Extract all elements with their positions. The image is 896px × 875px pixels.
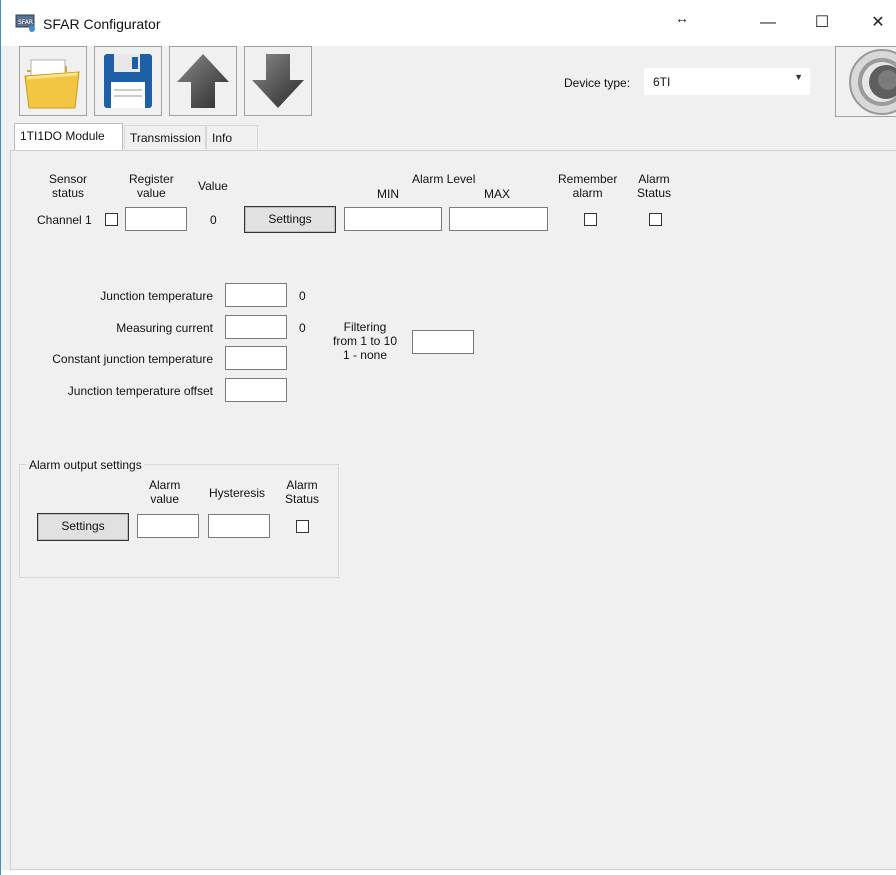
device-type-label: Device type:	[564, 76, 631, 90]
channel-settings-button[interactable]: Settings	[244, 206, 336, 233]
alarm-value-field[interactable]	[137, 514, 199, 538]
channel-value: 0	[210, 213, 217, 227]
measuring-current-field[interactable]	[225, 315, 287, 339]
connect-ring-icon	[849, 49, 896, 115]
open-file-button[interactable]	[19, 46, 87, 116]
junction-temperature-offset-label: Junction temperature offset	[67, 384, 213, 398]
download-arrow-down-icon	[252, 54, 304, 108]
alarm-max-field[interactable]	[449, 207, 548, 231]
alarm-output-settings-button[interactable]: Settings	[37, 513, 129, 541]
device-type-value: 6TI	[653, 75, 671, 89]
close-button[interactable]: ✕	[863, 10, 893, 36]
upload-to-device-button[interactable]	[169, 46, 237, 116]
download-from-device-button[interactable]	[244, 46, 312, 116]
sfar-app-icon: SFAR	[15, 14, 35, 32]
status-strip	[1, 870, 896, 875]
value-header: Value	[198, 179, 228, 193]
alarm-level-header: Alarm Level	[412, 172, 476, 186]
register-value-header: Register value	[129, 172, 174, 200]
junction-temperature-value: 0	[299, 289, 306, 303]
measuring-current-label: Measuring current	[116, 321, 213, 335]
device-type-select[interactable]: 6TI ▼	[644, 68, 810, 95]
save-file-button[interactable]	[94, 46, 162, 116]
output-alarm-status-header: Alarm Status	[285, 478, 320, 506]
alarm-value-header: Alarm value	[149, 478, 181, 506]
maximize-button[interactable]: ☐	[807, 10, 837, 36]
register-value-field[interactable]	[125, 207, 187, 231]
window-title: SFAR Configurator	[43, 16, 161, 32]
tab-transmission[interactable]: Transmission	[124, 125, 206, 149]
filtering-field[interactable]	[412, 330, 474, 354]
title-bar: SFAR SFAR Configurator ↔ — ☐ ✕	[1, 0, 896, 46]
constant-junction-temperature-label: Constant junction temperature	[52, 352, 213, 366]
filtering-label: Filtering from 1 to 10 1 - none	[332, 320, 398, 362]
output-alarm-status-checkbox	[296, 520, 309, 533]
alarm-min-field[interactable]	[344, 207, 442, 231]
tab-info[interactable]: Info	[206, 125, 258, 149]
chevron-down-icon: ▼	[794, 72, 803, 82]
minimize-button[interactable]: —	[753, 10, 783, 36]
resize-indicator-icon: ↔	[675, 10, 689, 26]
sensor-status-checkbox[interactable]	[105, 213, 118, 226]
remember-alarm-checkbox[interactable]	[584, 213, 597, 226]
tab-1ti1do-module[interactable]: 1TI1DO Module	[14, 123, 123, 150]
alarm-max-header: MAX	[484, 187, 511, 201]
sensor-status-header: Sensor status	[49, 172, 88, 200]
connect-button[interactable]	[835, 46, 896, 117]
svg-text:SFAR: SFAR	[18, 19, 33, 26]
alarm-status-checkbox	[649, 213, 662, 226]
save-floppy-icon	[104, 54, 152, 108]
junction-temperature-label: Junction temperature	[100, 289, 213, 303]
channel-1-label: Channel 1	[37, 213, 92, 227]
app-window: SFAR SFAR Configurator ↔ — ☐ ✕ Device ty…	[0, 0, 896, 875]
remember-alarm-header: Remember alarm	[558, 172, 618, 200]
junction-temperature-offset-field[interactable]	[225, 378, 287, 402]
alarm-min-header: MIN	[377, 187, 399, 201]
hysteresis-header: Hysteresis	[209, 486, 266, 500]
alarm-status-header: Alarm Status	[637, 172, 672, 200]
upload-arrow-up-icon	[177, 54, 229, 108]
junction-temperature-field[interactable]	[225, 283, 287, 307]
hysteresis-field[interactable]	[208, 514, 270, 538]
measuring-current-value: 0	[299, 321, 306, 335]
open-folder-icon	[24, 59, 80, 109]
alarm-output-settings-title: Alarm output settings	[27, 458, 144, 472]
constant-junction-temperature-field[interactable]	[225, 346, 287, 370]
